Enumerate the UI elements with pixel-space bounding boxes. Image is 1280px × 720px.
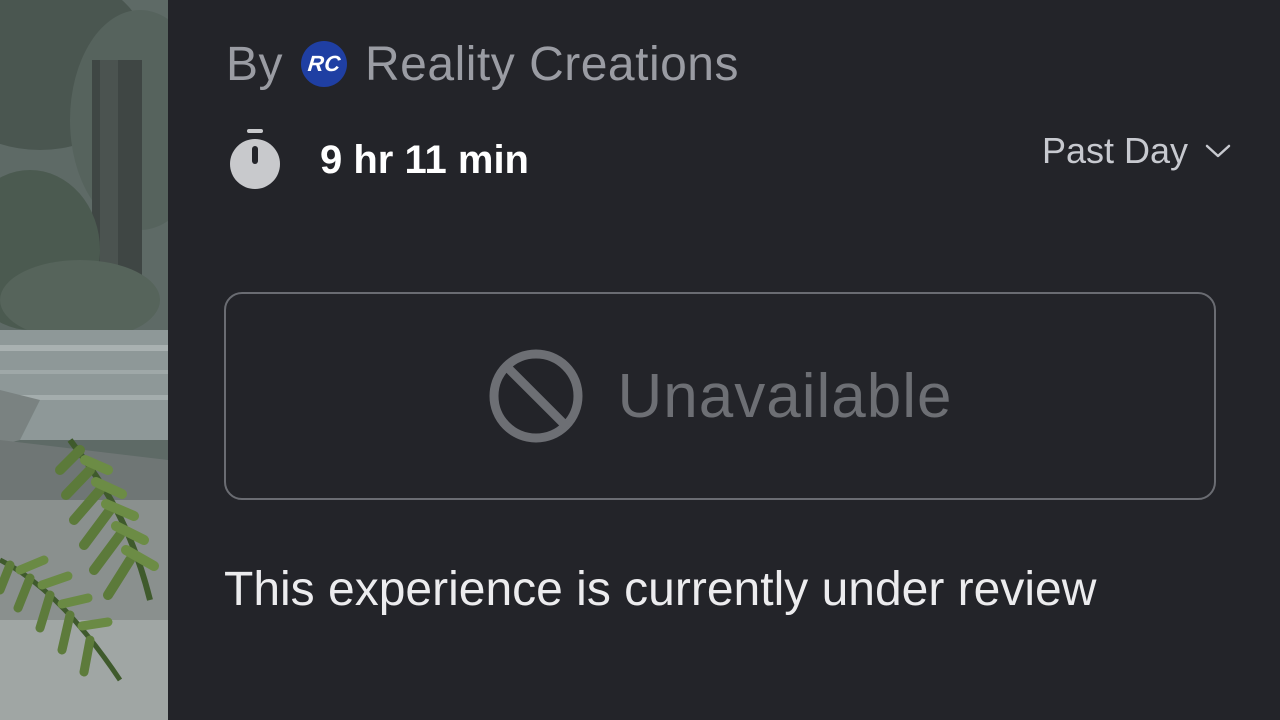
unavailable-play-button[interactable]: Unavailable: [224, 292, 1216, 500]
chevron-down-icon: [1205, 144, 1231, 158]
playtime-value: 9 hr 11 min: [320, 137, 529, 182]
creator-name[interactable]: Reality Creations: [365, 37, 739, 92]
time-range-dropdown[interactable]: Past Day: [1042, 126, 1232, 176]
ban-icon: [489, 349, 582, 443]
time-range-label: Past Day: [1041, 130, 1188, 171]
creator-row: By RC Reality Creations: [226, 32, 739, 96]
review-status-message: This experience is currently under revie…: [224, 563, 1097, 616]
unavailable-label: Unavailable: [617, 361, 953, 431]
experience-thumbnail: [0, 0, 168, 720]
creator-logo-icon[interactable]: RC: [301, 41, 348, 87]
stopwatch-icon: [230, 129, 280, 189]
creator-logo-text: RC: [306, 51, 342, 76]
creator-prefix: By: [226, 37, 284, 91]
playtime-row: 9 hr 11 min: [228, 128, 529, 192]
